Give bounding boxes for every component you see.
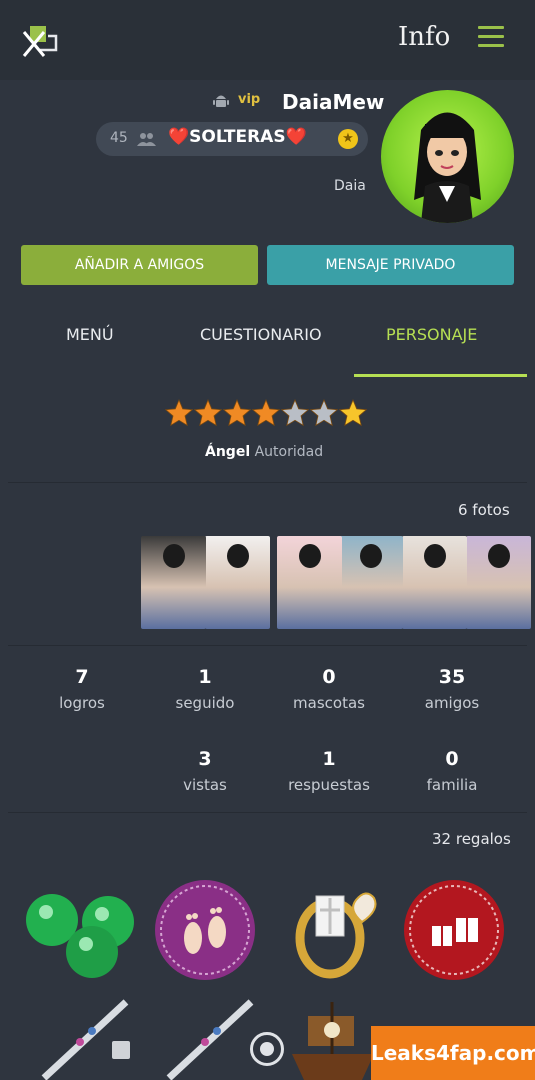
stat-label[interactable]: familia: [392, 776, 512, 794]
divider: [8, 482, 527, 483]
avatar-character-icon: [414, 112, 481, 223]
star-badge-icon: ★: [338, 129, 358, 149]
stat-label[interactable]: vistas: [145, 776, 265, 794]
green-pearls-icon[interactable]: [22, 890, 138, 982]
username: DaiaMew: [282, 90, 385, 114]
group-name: ❤️SOLTERAS❤️: [168, 127, 307, 147]
profile-tabs: PERSONAJE CUESTIONARIO MENÚ: [8, 295, 527, 378]
group-pill[interactable]: ★ ❤️SOLTERAS❤️ 45: [96, 122, 368, 156]
home-button-icon[interactable]: [250, 1032, 284, 1066]
tab-cuestionario[interactable]: CUESTIONARIO: [200, 325, 322, 344]
rating-star-icon: [280, 398, 310, 427]
add-friend-button[interactable]: AÑADIR A AMIGOS: [21, 245, 258, 285]
private-message-button[interactable]: MENSAJE PRIVADO: [267, 245, 514, 285]
photo-figure: [299, 544, 321, 568]
stat-value: 0: [322, 666, 336, 688]
active-tab-indicator: [354, 374, 527, 377]
sword-icon[interactable]: [30, 998, 130, 1080]
stat-value: 7: [75, 666, 89, 688]
stat-label[interactable]: seguido: [145, 694, 265, 712]
hamburger-menu-icon[interactable]: [478, 26, 504, 48]
divider: [8, 812, 527, 813]
gifts-count[interactable]: 32 regalos: [432, 830, 511, 848]
authority-prefix: Autoridad: [254, 444, 324, 460]
authority-value: Ángel: [205, 444, 251, 460]
photo-thumbnail[interactable]: [277, 536, 342, 629]
rating-star-icon: [165, 398, 194, 427]
sword-icon[interactable]: [155, 998, 255, 1080]
photo-figure: [488, 544, 510, 568]
gift-boxes-icon[interactable]: [402, 878, 506, 982]
real-name: Daia: [334, 178, 366, 194]
top-bar: Info: [0, 0, 535, 80]
photo-thumbnail[interactable]: [402, 536, 467, 629]
member-count: 45: [110, 130, 128, 146]
stat-label[interactable]: logros: [22, 694, 142, 712]
photo-thumbnail[interactable]: [141, 536, 206, 629]
stat-value: 1: [198, 666, 212, 688]
footprints-icon[interactable]: [153, 878, 257, 982]
recent-apps-icon[interactable]: [112, 1041, 130, 1059]
tab-personaje[interactable]: PERSONAJE: [386, 325, 477, 344]
photo-thumbnail[interactable]: [338, 536, 403, 629]
photo-figure: [360, 544, 382, 568]
watermark: Leaks4fap.com: [371, 1026, 535, 1080]
stat-label[interactable]: amigos: [392, 694, 512, 712]
photo-figure: [227, 544, 249, 568]
android-icon: [213, 95, 229, 107]
stat-value: 0: [445, 748, 459, 770]
stat-value: 35: [438, 666, 466, 688]
vip-badge: vip: [238, 92, 261, 107]
rating-star-icon: [251, 398, 281, 427]
rating-star-icon: [193, 398, 223, 427]
photo-thumbnail[interactable]: [466, 536, 531, 629]
pirate-ship-icon[interactable]: [288, 1000, 378, 1080]
exit-icon[interactable]: [20, 24, 60, 60]
avatar[interactable]: [381, 90, 514, 223]
authority-label: Ángel Autoridad: [205, 444, 323, 460]
people-icon: [137, 133, 156, 146]
stat-label[interactable]: respuestas: [269, 776, 389, 794]
rating-star-icon: [338, 398, 368, 427]
stat-value: 1: [322, 748, 336, 770]
stat-value: 3: [198, 748, 212, 770]
rating-star-icon: [309, 398, 339, 427]
rating-stars: [165, 398, 368, 427]
divider: [8, 645, 527, 646]
photos-count[interactable]: 6 fotos: [458, 501, 510, 519]
tab-menu[interactable]: MENÚ: [66, 325, 114, 344]
stat-label[interactable]: mascotas: [269, 694, 389, 712]
page-title: Info: [398, 22, 451, 52]
photo-figure: [424, 544, 446, 568]
photo-figure: [163, 544, 185, 568]
ring-icon[interactable]: [282, 876, 386, 986]
photo-thumbnail[interactable]: [205, 536, 270, 629]
rating-star-icon: [222, 398, 252, 427]
